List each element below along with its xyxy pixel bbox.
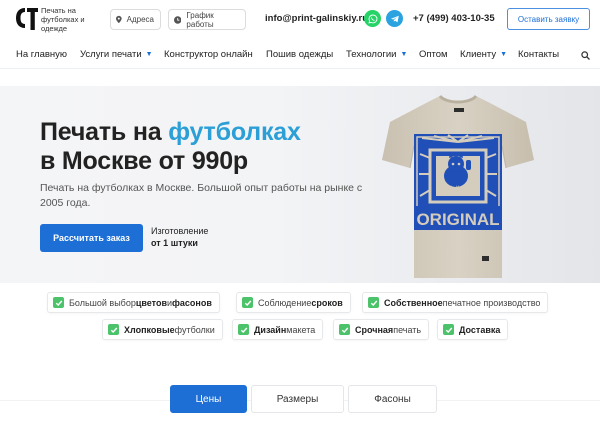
tshirt-image: 神を信じる ORIGINAL: [382, 94, 534, 278]
checkmark-icon: [368, 297, 379, 308]
leave-request-button[interactable]: Оставить заявку: [507, 8, 590, 30]
nav-item-home[interactable]: На главную: [16, 49, 67, 60]
checkmark-icon: [53, 297, 64, 308]
schedule-label: График работы: [186, 10, 214, 29]
tab-prices[interactable]: Цены: [170, 385, 247, 413]
feature-chip-urgent: Срочная печать: [333, 319, 430, 340]
tab-styles[interactable]: Фасоны: [348, 385, 437, 413]
checkmark-icon: [242, 297, 253, 308]
hero-lead: Печать на футболках в Москве. Большой оп…: [40, 182, 363, 209]
logo[interactable]: [14, 5, 40, 33]
checkmark-icon: [339, 324, 350, 335]
nav-item-contacts[interactable]: Контакты: [518, 49, 559, 60]
phone-link[interactable]: +7 (499) 403-10-35: [413, 13, 495, 24]
location-pin-icon: [116, 15, 122, 24]
chevron-down-icon: ▼: [500, 51, 508, 58]
shirt-original-text: ORIGINAL: [416, 210, 499, 229]
whatsapp-icon[interactable]: [364, 10, 381, 27]
chevron-down-icon: ▼: [400, 51, 408, 58]
nav-item-constructor[interactable]: Конструктор онлайн: [164, 49, 253, 60]
brand-tagline: Печать на футболках и одежде: [41, 6, 85, 33]
min-order-note: Изготовление от 1 штуки: [151, 226, 209, 248]
feature-chip-production: Собственное печатное производство: [362, 292, 549, 313]
feature-chip-design: Дизайн макета: [232, 319, 324, 340]
checkmark-icon: [238, 324, 249, 335]
main-nav: На главную Услуги печати ▼ Конструктор он…: [0, 40, 600, 69]
address-label: Адреса: [126, 15, 154, 24]
nav-item-clients[interactable]: Клиенту ▼: [460, 49, 507, 60]
nav-item-wholesale[interactable]: Оптом: [419, 49, 448, 60]
checkmark-icon: [443, 324, 454, 335]
shirt-jp-text: 神を信じる: [443, 185, 473, 193]
address-button[interactable]: Адреса: [110, 9, 161, 30]
nav-item-tailoring[interactable]: Пошив одежды: [266, 49, 333, 60]
feature-chip-delivery: Доставка: [437, 319, 509, 340]
page-title: Печать на футболках в Москве от 990р: [40, 118, 301, 175]
feature-chip-colors: Большой выбор цветов и фасонов: [47, 292, 220, 313]
tab-sizes[interactable]: Размеры: [251, 385, 344, 413]
calculate-order-button[interactable]: Рассчитать заказ: [40, 224, 143, 252]
nav-item-print-services[interactable]: Услуги печати ▼: [80, 49, 153, 60]
feature-chip-cotton: Хлопковые футболки: [102, 319, 223, 340]
chevron-down-icon: ▼: [145, 51, 153, 58]
shirt-print: 神を信じる ORIGINAL: [414, 134, 502, 230]
nav-item-technologies[interactable]: Технологии ▼: [346, 49, 407, 60]
telegram-icon[interactable]: [386, 10, 403, 27]
checkmark-icon: [108, 324, 119, 335]
email-link[interactable]: info@print-galinskiy.ru: [265, 13, 368, 24]
feature-chip-deadlines: Соблюдение сроков: [236, 292, 351, 313]
clock-icon: [174, 15, 182, 24]
search-icon[interactable]: [581, 51, 590, 60]
header: Печать на футболках и одежде Адреса Граф…: [0, 0, 600, 40]
schedule-button[interactable]: График работы: [168, 9, 246, 30]
